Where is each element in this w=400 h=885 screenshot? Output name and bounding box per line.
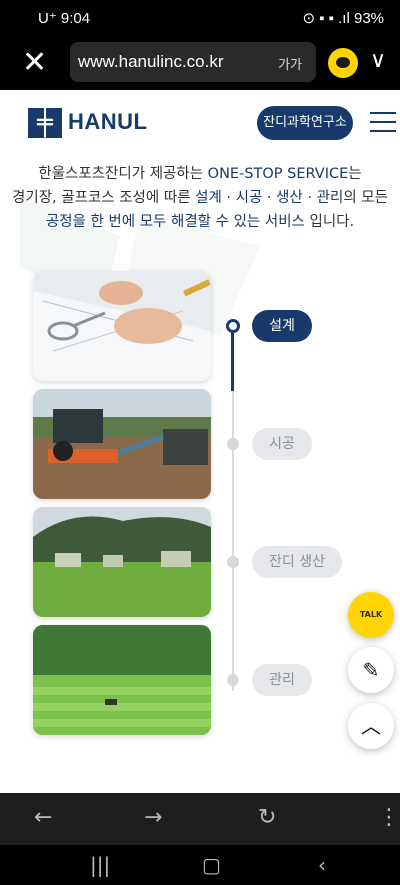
browser-bottom-bar: ← → ↻ ⋮: [0, 793, 400, 845]
step-dot-management[interactable]: [227, 674, 239, 686]
intro-line1-b: ONE-STOP SERVICE: [207, 166, 349, 182]
intro-line2-a: 경기장, 골프코스 조성에 따른: [12, 190, 196, 206]
intro-text: 한울스포츠잔디가 제공하는 ONE-STOP SERVICE는 경기장, 골프코…: [0, 162, 400, 234]
chevron-down-icon[interactable]: ∨: [370, 48, 386, 73]
url-bar[interactable]: www.hanulinc.co.kr 가가: [70, 42, 316, 82]
reload-icon[interactable]: ↻: [258, 805, 276, 830]
step-dot-production[interactable]: [227, 556, 239, 568]
system-nav-bar: ||| ▢ ‹: [0, 845, 400, 885]
talk-label: TALK: [359, 610, 383, 619]
intro-line3-a: 공정을 한 번에 모두 해결할 수 있는: [45, 214, 265, 230]
step-management[interactable]: 관리: [252, 664, 312, 696]
construction-photo: [33, 389, 211, 499]
step-dot-construction[interactable]: [227, 438, 239, 450]
intro-line2-c: 의 모든: [343, 190, 388, 206]
intro-line2-b: 설계 · 시공 · 생산 · 관리: [195, 190, 344, 206]
recent-apps-icon[interactable]: |||: [90, 853, 110, 877]
intro-line1-a: 한울스포츠잔디가 제공하는: [38, 166, 208, 182]
intro-line3-c: 입니다.: [304, 214, 355, 230]
close-icon[interactable]: ✕: [22, 46, 56, 80]
intro-line3-b: 서비스: [264, 214, 305, 230]
chevron-up-icon: ︿: [361, 714, 381, 738]
step-construction[interactable]: 시공: [252, 428, 312, 460]
step-production[interactable]: 잔디 생산: [252, 546, 342, 578]
design-photo: [33, 271, 211, 381]
turf-production-photo: [33, 507, 211, 617]
status-time: U⁺ 9:04: [38, 10, 91, 27]
back-nav-icon[interactable]: ‹: [318, 853, 326, 877]
status-bar: U⁺ 9:04 ⊙ ▪ ▪ .ıl 93%: [0, 0, 400, 36]
more-icon[interactable]: ⋮: [378, 805, 400, 830]
timeline-progress: [231, 329, 234, 391]
logo-text[interactable]: HANUL: [68, 109, 148, 135]
scroll-top-button[interactable]: ︿: [348, 703, 394, 749]
text-size-button[interactable]: 가가: [278, 54, 302, 73]
edit-button[interactable]: ✎: [348, 647, 394, 693]
lab-button[interactable]: 잔디과학연구소: [257, 106, 353, 140]
logo-icon[interactable]: ╪: [28, 108, 62, 138]
step-design[interactable]: 설계: [252, 310, 312, 342]
status-indicators: ⊙ ▪ ▪ .ıl 93%: [302, 10, 384, 27]
home-icon[interactable]: ▢: [202, 853, 221, 877]
menu-icon[interactable]: [370, 112, 396, 132]
browser-toolbar: ✕ www.hanulinc.co.kr 가가 ∨: [0, 36, 400, 90]
url-text: www.hanulinc.co.kr: [78, 52, 224, 71]
forward-icon[interactable]: →: [144, 805, 162, 830]
site-header: ╪ HANUL 잔디과학연구소: [0, 90, 400, 156]
pencil-icon: ✎: [362, 658, 380, 682]
back-icon[interactable]: ←: [34, 805, 52, 830]
intro-line1-c: 는: [348, 166, 362, 182]
kakao-icon[interactable]: [328, 48, 358, 78]
main-content: 한울스포츠잔디가 제공하는 ONE-STOP SERVICE는 경기장, 골프코…: [0, 156, 400, 793]
management-photo: [33, 625, 211, 735]
talk-button[interactable]: TALK: [348, 592, 394, 638]
step-dot-design[interactable]: [226, 319, 240, 333]
